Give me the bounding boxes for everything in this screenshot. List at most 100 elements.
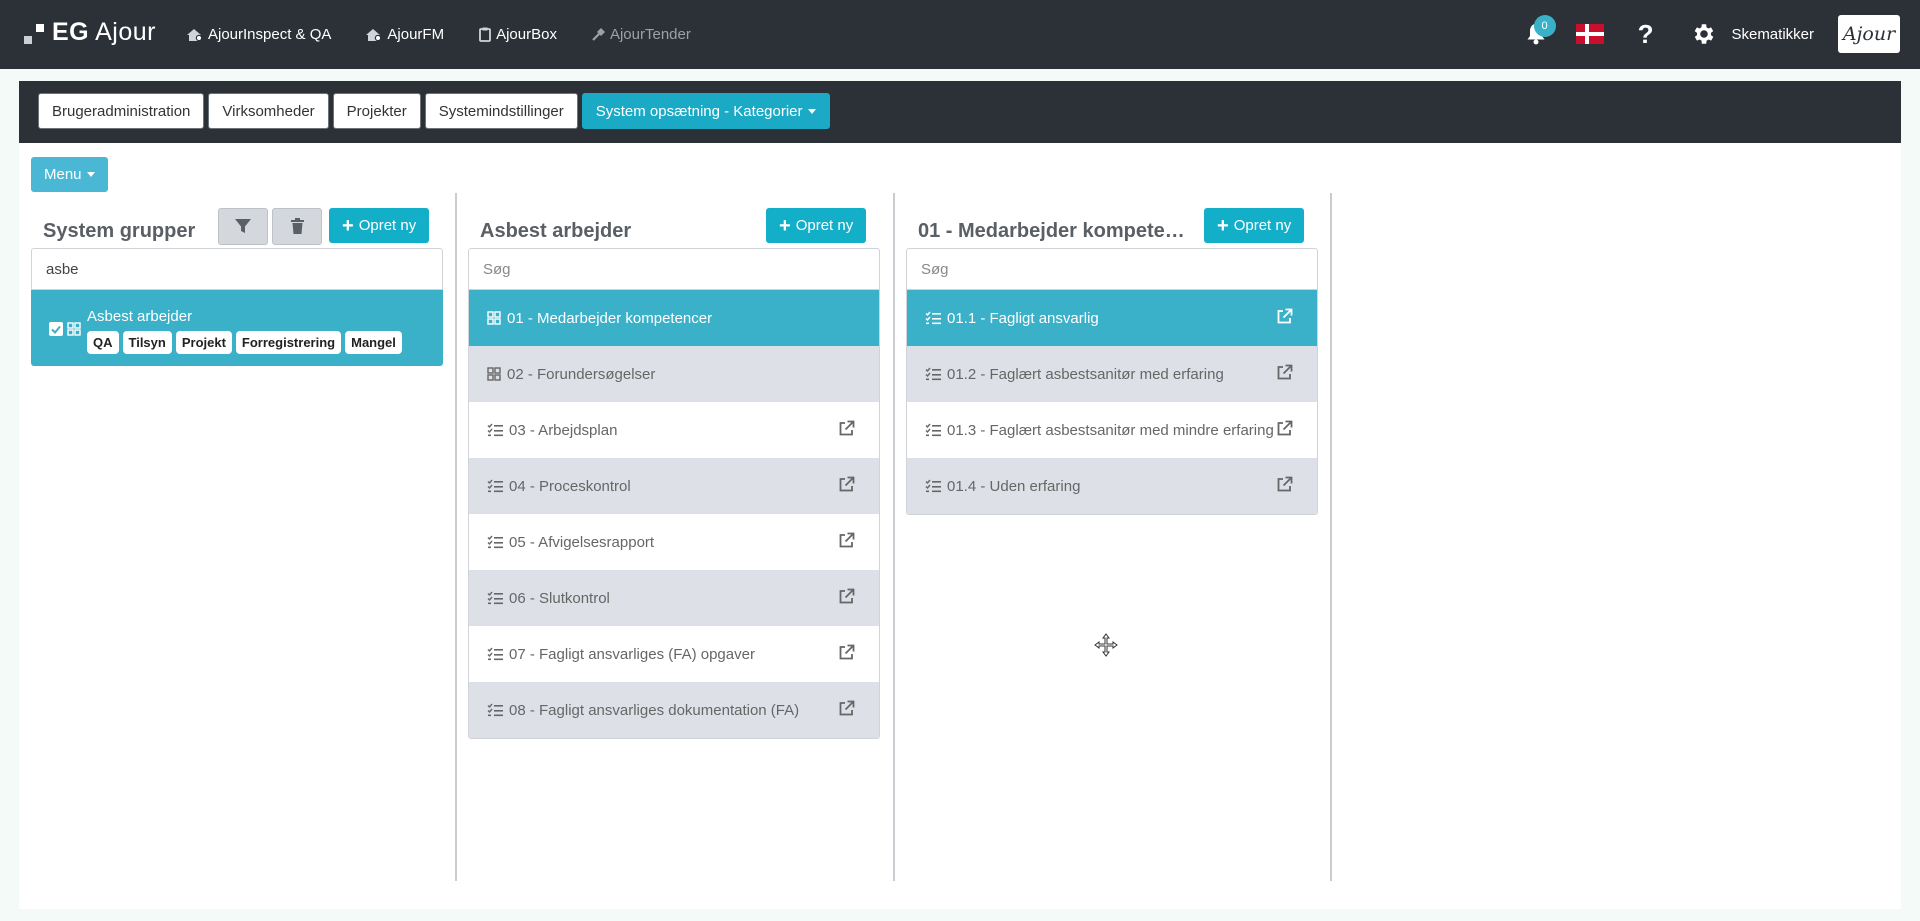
nav-ajourbox[interactable]: AjourBox <box>478 26 557 43</box>
tab-label: System opsætning - Kategorier <box>595 102 803 120</box>
column-divider <box>1330 193 1332 881</box>
tab-virksomheder[interactable]: Virksomheder <box>208 93 329 129</box>
create-label: Opret ny <box>358 217 417 234</box>
column-title: 01 - Medarbejder kompetencer <box>918 220 1188 242</box>
list-item-label: 06 - Slutkontrol <box>509 589 610 607</box>
grid-icon <box>487 311 501 325</box>
list-item-label: 01.4 - Uden erfaring <box>947 477 1081 495</box>
external-link-icon[interactable] <box>1276 476 1293 493</box>
external-link-icon[interactable] <box>838 476 855 493</box>
create-label: Opret ny <box>1233 217 1292 234</box>
list-item-label: 05 - Afvigelsesrapport <box>509 533 655 551</box>
list-item[interactable]: 05 - Afvigelsesrapport <box>469 514 879 570</box>
admin-tab-bar: Brugeradministration Virksomheder Projek… <box>19 81 1901 143</box>
list-item[interactable]: 07 - Fagligt ansvarliges (FA) opgaver <box>469 626 879 682</box>
subcategory-search-input[interactable]: Søg <box>906 248 1318 290</box>
clipboard-icon <box>479 27 491 42</box>
top-navbar: EG Ajour AjourInspect & QA AjourFM AjourB… <box>0 0 1920 69</box>
list-item-label: 02 - Forundersøgelser <box>507 365 656 383</box>
list-item[interactable]: 03 - Arbejdsplan <box>469 402 879 458</box>
list-item[interactable]: 02 - Forundersøgelser <box>469 346 879 402</box>
logo-brand: EG <box>52 18 90 46</box>
menu-label: Menu <box>44 166 82 183</box>
column-medarbejder-kompetencer: 01 - Medarbejder kompetencer + Opret ny S… <box>894 193 1331 881</box>
nav-label: AjourTender <box>609 26 691 43</box>
notification-count-badge: 0 <box>1533 15 1556 37</box>
plus-icon: + <box>342 214 354 237</box>
delete-button[interactable] <box>272 208 322 245</box>
tag-badge: Forregistrering <box>235 331 342 354</box>
external-link-icon[interactable] <box>838 588 855 605</box>
nav-ajourinspect[interactable]: AjourInspect & QA <box>186 26 331 43</box>
external-link-icon[interactable] <box>1276 420 1293 437</box>
list-item[interactable]: 04 - Proceskontrol <box>469 458 879 514</box>
tab-brugeradministration[interactable]: Brugeradministration <box>38 93 205 129</box>
list-item-label: 03 - Arbejdsplan <box>509 421 618 439</box>
group-item-asbest-arbejder[interactable]: Asbest arbejder QA Tilsyn Projekt Forreg… <box>31 290 443 366</box>
checkbox-checked-icon[interactable] <box>49 322 63 336</box>
list-item-label: 01 - Medarbejder kompetencer <box>507 309 713 327</box>
tab-systemindstillinger[interactable]: Systemindstillinger <box>424 93 578 129</box>
hammer-icon <box>592 28 605 41</box>
product-nav: AjourInspect & QA AjourFM AjourBox Ajour… <box>186 26 691 43</box>
checklist-icon <box>925 479 941 493</box>
external-link-icon[interactable] <box>838 644 855 661</box>
group-tags: QA Tilsyn Projekt Forregistrering Mangel <box>87 331 402 354</box>
list-item[interactable]: 06 - Slutkontrol <box>469 570 879 626</box>
checklist-icon <box>487 703 503 717</box>
list-item[interactable]: 01 - Medarbejder kompetencer <box>469 290 879 346</box>
list-item[interactable]: 01.1 - Fagligt ansvarlig <box>907 290 1317 346</box>
help-button[interactable]: ? <box>1638 19 1654 50</box>
list-item-label: 04 - Proceskontrol <box>509 477 631 495</box>
tab-system-opsaetning-kategorier[interactable]: System opsætning - Kategorier <box>581 93 830 129</box>
nav-label: AjourBox <box>496 26 557 43</box>
nav-ajourtender[interactable]: AjourTender <box>591 26 691 43</box>
tab-projekter[interactable]: Projekter <box>332 93 421 129</box>
notifications-button[interactable]: 0 <box>1516 14 1556 54</box>
checklist-icon <box>487 647 503 661</box>
group-name: Asbest arbejder <box>87 308 193 325</box>
external-link-icon[interactable] <box>1276 364 1293 381</box>
create-group-button[interactable]: + Opret ny <box>329 208 430 243</box>
gear-icon <box>1695 24 1714 44</box>
column-title: System grupper <box>43 220 196 242</box>
external-link-icon[interactable] <box>838 700 855 717</box>
external-link-icon[interactable] <box>838 420 855 437</box>
category-search-input[interactable]: Søg <box>468 248 880 290</box>
external-link-icon[interactable] <box>1276 308 1293 325</box>
external-link-icon[interactable] <box>838 532 855 549</box>
menu-dropdown-button[interactable]: Menu <box>31 157 108 192</box>
danish-flag-icon[interactable] <box>1575 24 1604 44</box>
group-search-input[interactable]: asbe <box>31 248 443 290</box>
settings-button[interactable] <box>1691 21 1717 47</box>
eg-ajour-logo[interactable]: EG Ajour <box>24 18 156 47</box>
checklist-icon <box>487 423 503 437</box>
list-item-label: 01.3 - Faglært asbestsanitør med mindre … <box>947 421 1274 439</box>
tag-badge: Mangel <box>345 331 402 354</box>
grid-icon <box>487 367 501 381</box>
list-item[interactable]: 01.2 - Faglært asbestsanitør med erfarin… <box>907 346 1317 402</box>
nav-label: AjourFM <box>387 26 445 43</box>
tag-badge: Projekt <box>175 331 232 354</box>
list-item[interactable]: 01.4 - Uden erfaring <box>907 458 1317 514</box>
checklist-icon <box>925 311 941 325</box>
tag-badge: Tilsyn <box>122 331 172 354</box>
list-item-label: 08 - Fagligt ansvarliges dokumentation (… <box>509 701 800 719</box>
checklist-icon <box>487 479 503 493</box>
logo-name: Ajour <box>95 18 156 46</box>
create-category-button[interactable]: + Opret ny <box>766 208 867 243</box>
list-item-label: 01.2 - Faglært asbestsanitør med erfarin… <box>947 365 1224 383</box>
list-item[interactable]: 01.3 - Faglært asbestsanitør med mindre … <box>907 402 1317 458</box>
filter-icon <box>235 219 251 233</box>
checklist-icon <box>487 591 503 605</box>
nav-ajourfm[interactable]: AjourFM <box>365 26 444 43</box>
list-item[interactable]: 08 - Fagligt ansvarliges dokumentation (… <box>469 682 879 738</box>
user-name[interactable]: Skematikker <box>1731 26 1814 43</box>
caret-down-icon <box>86 172 95 177</box>
list-item-label: 07 - Fagligt ansvarliges (FA) opgaver <box>509 645 755 663</box>
create-subcategory-button[interactable]: + Opret ny <box>1204 208 1305 243</box>
filter-button[interactable] <box>218 208 268 245</box>
nav-label: AjourInspect & QA <box>208 26 332 43</box>
list-item-label: 01.1 - Fagligt ansvarlig <box>947 309 1099 327</box>
tag-badge: QA <box>87 331 119 354</box>
